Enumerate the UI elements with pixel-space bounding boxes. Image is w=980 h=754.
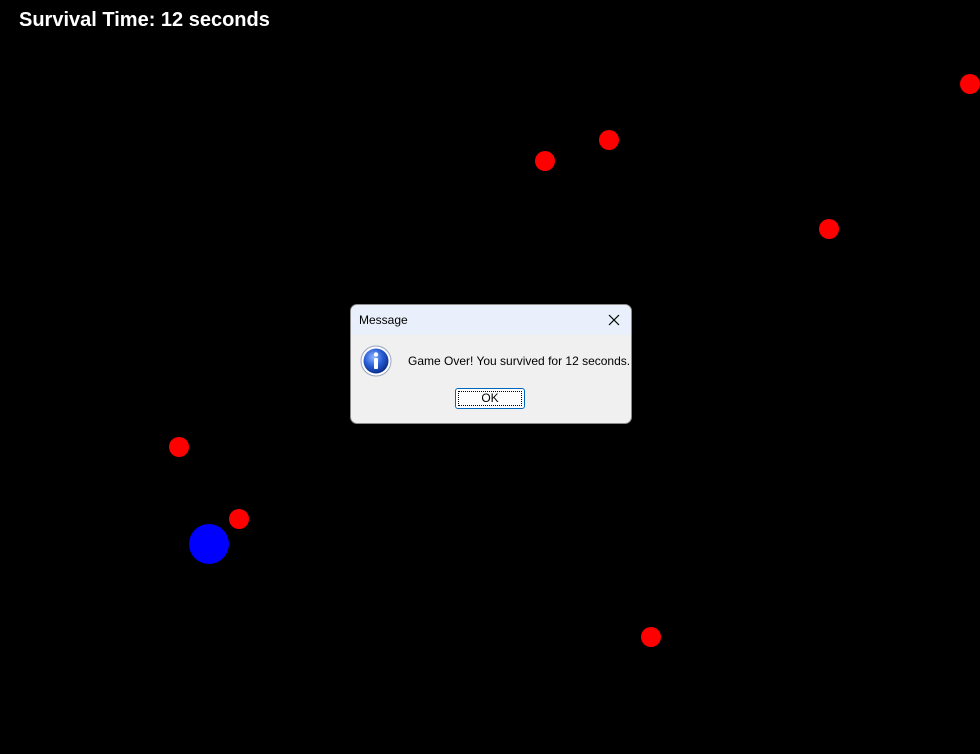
enemy-dot <box>229 509 249 529</box>
game-canvas[interactable]: Survival Time: 12 seconds Message Game O… <box>0 0 980 754</box>
ok-button-label: OK <box>481 391 499 405</box>
survival-time-label: Survival Time: 12 seconds <box>19 9 270 31</box>
player-dot <box>189 524 229 564</box>
dialog-message: Game Over! You survived for 12 seconds. <box>408 354 631 368</box>
close-icon[interactable] <box>605 311 623 329</box>
info-icon <box>360 345 392 377</box>
enemy-dot <box>819 219 839 239</box>
dialog-titlebar[interactable]: Message <box>351 305 631 335</box>
message-dialog: Message Game Over! You survived for 12 s… <box>350 304 632 424</box>
enemy-dot <box>169 437 189 457</box>
dialog-title: Message <box>359 313 408 327</box>
ok-button[interactable]: OK <box>455 388 525 409</box>
enemy-dot <box>535 151 555 171</box>
enemy-dot <box>960 74 980 94</box>
enemy-dot <box>641 627 661 647</box>
enemy-dot <box>599 130 619 150</box>
